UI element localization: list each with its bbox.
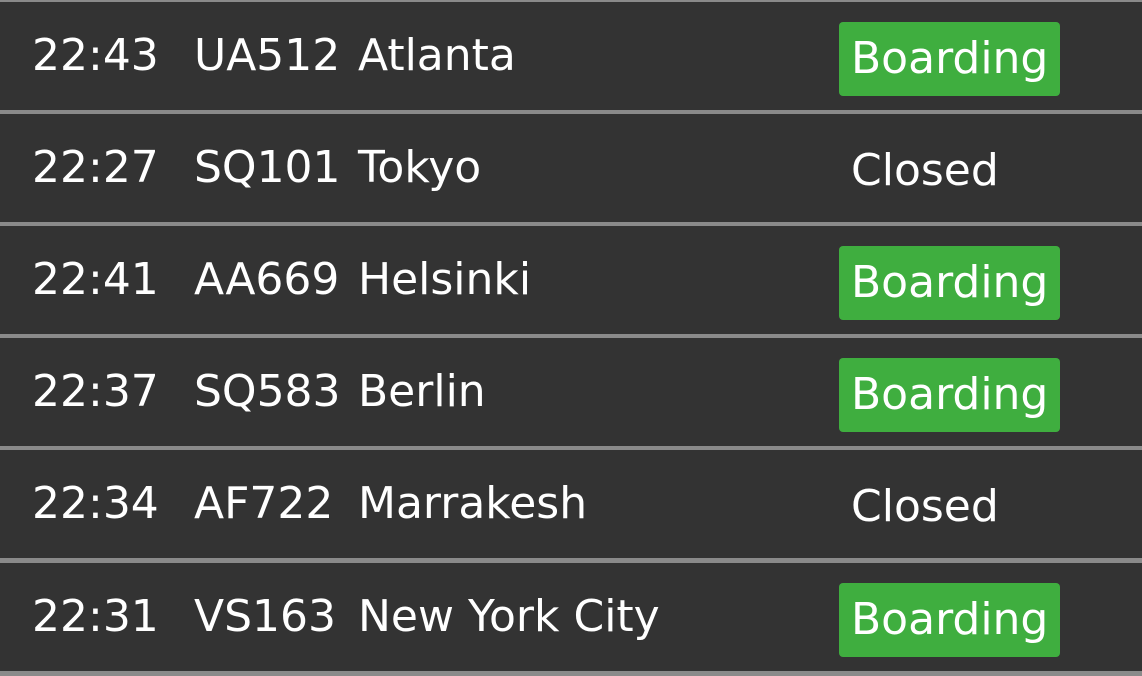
destination: Atlanta: [358, 30, 516, 81]
flight-number: SQ101: [194, 142, 341, 193]
destination: New York City: [358, 591, 660, 642]
flight-row: 22:41 AA669 Helsinki Boarding: [0, 226, 1142, 334]
flight-row: 22:34 AF722 Marrakesh Closed: [0, 450, 1142, 558]
departure-time: 22:34: [32, 478, 159, 529]
flight-number: AF722: [194, 478, 334, 529]
departure-time: 22:27: [32, 142, 159, 193]
flight-row: 22:27 SQ101 Tokyo Closed: [0, 114, 1142, 222]
status-badge: Boarding: [839, 246, 1061, 320]
flight-row: 22:37 SQ583 Berlin Boarding: [0, 338, 1142, 446]
flight-number: UA512: [194, 30, 341, 81]
departure-time: 22:37: [32, 366, 159, 417]
destination: Marrakesh: [358, 478, 588, 529]
destination: Tokyo: [358, 142, 482, 193]
departure-time: 22:43: [32, 30, 159, 81]
flight-number: AA669: [194, 254, 340, 305]
departures-board: 22:43 UA512 Atlanta Boarding 22:27 SQ101…: [0, 0, 1142, 676]
destination: Berlin: [358, 366, 486, 417]
status-badge: Boarding: [839, 358, 1061, 432]
departure-time: 22:41: [32, 254, 159, 305]
status-badge: Closed: [851, 145, 999, 196]
status-badge: Boarding: [839, 583, 1061, 657]
departure-time: 22:31: [32, 591, 159, 642]
destination: Helsinki: [358, 254, 532, 305]
status-badge: Closed: [851, 481, 999, 532]
flight-number: SQ583: [194, 366, 341, 417]
flight-row: 22:31 VS163 New York City Boarding: [0, 563, 1142, 671]
status-badge: Boarding: [839, 22, 1061, 96]
flight-row: 22:43 UA512 Atlanta Boarding: [0, 2, 1142, 110]
flight-number: VS163: [194, 591, 337, 642]
